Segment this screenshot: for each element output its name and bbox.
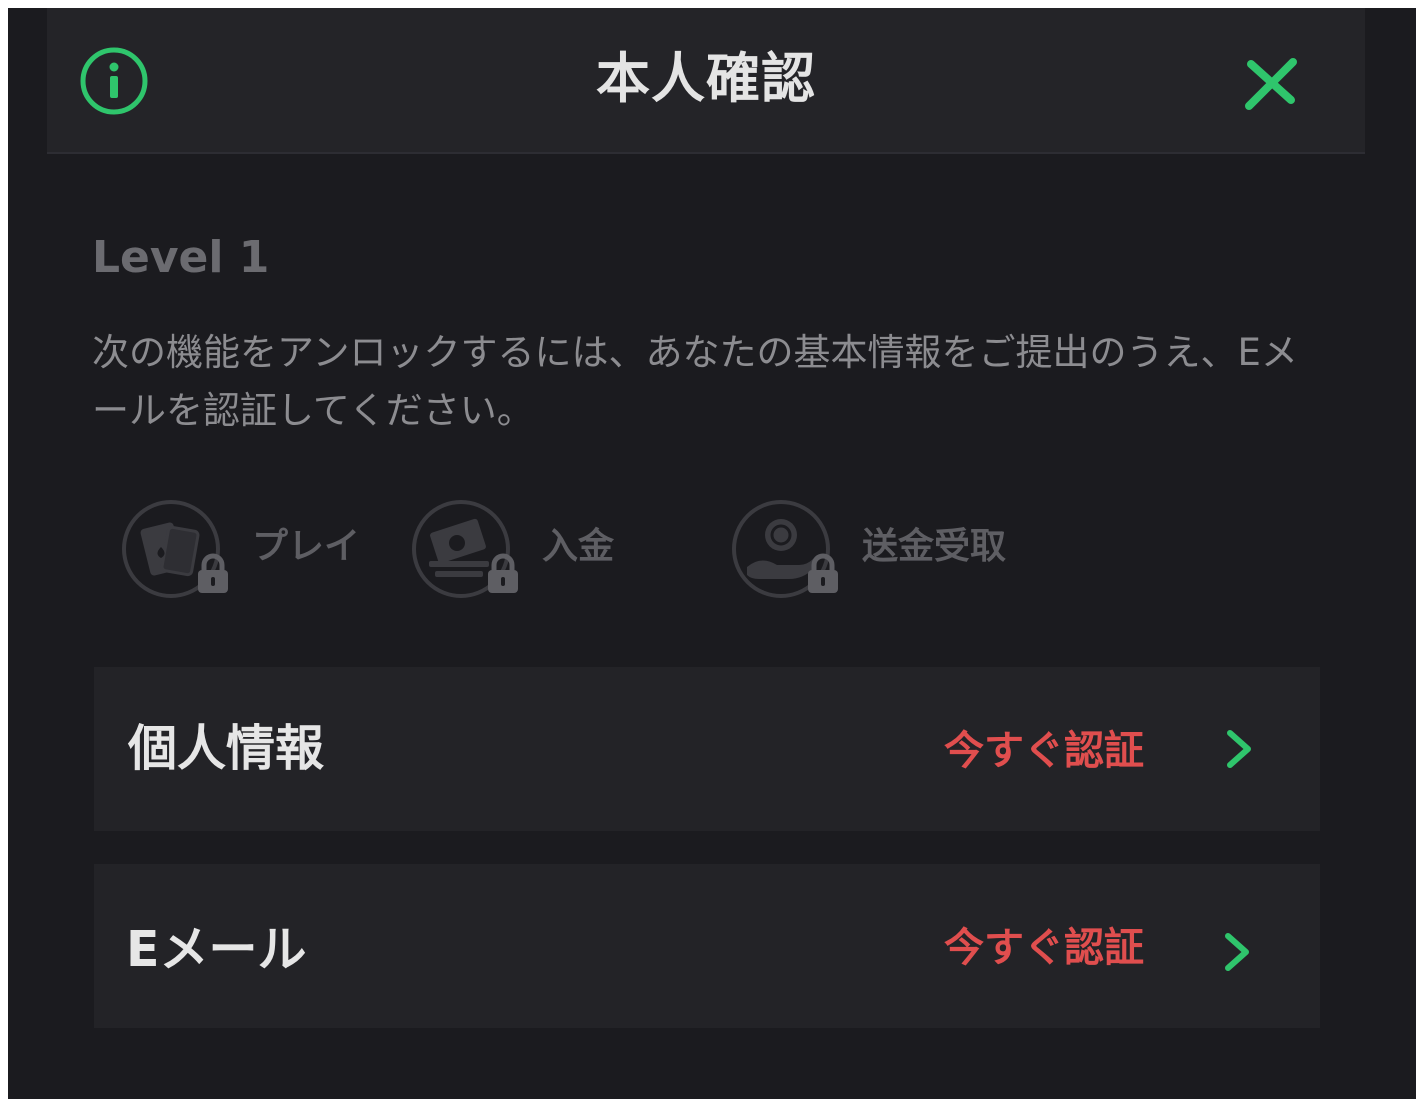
level-description: 次の機能をアンロックするには、あなたの基本情報をご提出のうえ、Eメールを認証して…	[92, 331, 1298, 432]
feature-deposit: 入金	[411, 499, 651, 605]
close-icon[interactable]	[1243, 56, 1299, 112]
verify-now-link[interactable]: 今すぐ認証	[944, 920, 1144, 976]
feature-deposit-label: 入金	[542, 526, 615, 567]
lock-icon	[195, 553, 231, 595]
verify-personal-info-row[interactable]: 個人情報 今すぐ認証	[94, 667, 1320, 831]
identity-verification-dialog: 本人確認 Level 1 次の機能をアンロックするには、あなたの基本情報をご提出…	[8, 8, 1416, 1099]
feature-receive-label: 送金受取	[862, 526, 1007, 567]
chevron-right-icon[interactable]	[1224, 727, 1254, 771]
dialog-title: 本人確認	[596, 47, 816, 110]
feature-receive: 送金受取	[731, 499, 1031, 605]
lock-icon	[485, 553, 521, 595]
feature-play: プレイ	[121, 499, 381, 605]
dialog-header: 本人確認	[47, 8, 1365, 154]
level-heading: Level 1	[92, 232, 270, 283]
personal-info-label: 個人情報	[128, 720, 325, 777]
verify-now-link[interactable]: 今すぐ認証	[944, 723, 1144, 779]
email-label: Eメール	[126, 921, 307, 978]
chevron-right-icon[interactable]	[1222, 930, 1252, 974]
verify-email-row[interactable]: Eメール 今すぐ認証	[94, 864, 1320, 1028]
feature-play-label: プレイ	[252, 526, 361, 567]
lock-icon	[805, 553, 841, 595]
